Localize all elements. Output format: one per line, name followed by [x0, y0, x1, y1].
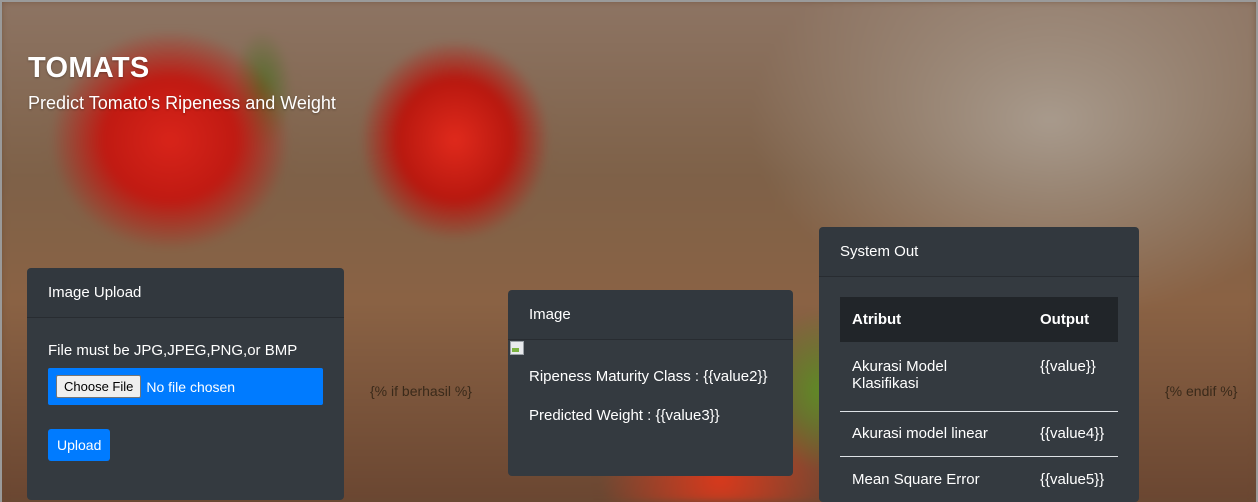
file-input[interactable]: Choose File No file chosen	[48, 368, 323, 405]
table-header-row: Atribut Output	[840, 297, 1118, 342]
system-out-table: Atribut Output Akurasi Model Klasifikasi…	[840, 297, 1118, 502]
upload-button[interactable]: Upload	[48, 429, 111, 461]
table-cell-atribut: Mean Square Error	[852, 471, 980, 489]
table-cell-output: {{value4}}	[1028, 411, 1118, 457]
page-subtitle: Predict Tomato's Ripeness and Weight	[28, 93, 336, 113]
ripeness-class-text: Ripeness Maturity Class : {{value2}}	[529, 368, 768, 385]
column-header-atribut: Atribut	[840, 297, 1028, 342]
table-cell-atribut: Akurasi model linear	[840, 411, 1028, 457]
image-upload-header: Image Upload	[27, 268, 344, 318]
no-file-chosen-text: No file chosen	[146, 378, 236, 395]
image-card-header: Image	[508, 290, 793, 340]
column-header-output: Output	[1028, 297, 1118, 342]
table-row: Mean Square Error {{value5}}	[840, 456, 1118, 502]
choose-file-button[interactable]: Choose File	[56, 375, 142, 398]
predicted-weight-text: Predicted Weight : {{value3}}	[529, 407, 720, 424]
image-result-card: Image Ripeness Maturity Class : {{value2…	[508, 290, 793, 476]
broken-image-icon	[509, 340, 525, 356]
table-row: Akurasi Model Klasifikasi {{value}}	[840, 342, 1118, 412]
table-cell-atribut: Akurasi Model Klasifikasi	[840, 342, 1028, 412]
template-endif-tag: {% endif %}	[1165, 383, 1238, 399]
template-if-tag: {% if berhasil %}	[370, 383, 472, 399]
table-cell-output: {{value}}	[1028, 342, 1118, 412]
image-upload-card: Image Upload File must be JPG,JPEG,PNG,o…	[27, 268, 344, 500]
system-out-header: System Out	[819, 227, 1139, 277]
page-title: TOMATS	[28, 52, 150, 84]
system-out-card: System Out Atribut Output Akurasi Model …	[819, 227, 1139, 502]
file-type-note: File must be JPG,JPEG,PNG,or BMP	[48, 342, 298, 359]
table-row: Akurasi model linear {{value4}}	[840, 411, 1118, 457]
table-cell-output: {{value5}}	[1040, 471, 1105, 489]
